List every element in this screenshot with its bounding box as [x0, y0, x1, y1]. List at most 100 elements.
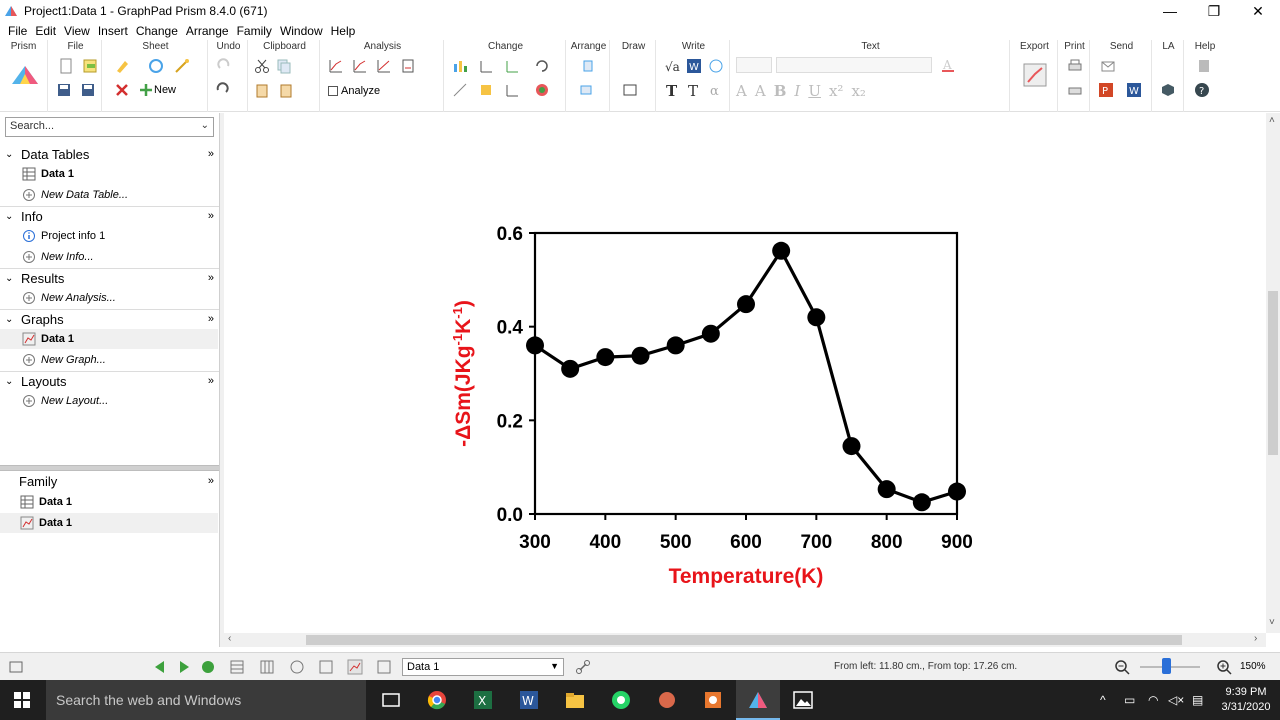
- print-preview-icon[interactable]: [1067, 82, 1083, 98]
- menu-view[interactable]: View: [64, 24, 90, 38]
- chrome-icon[interactable]: [426, 690, 448, 710]
- taskbar-search-input[interactable]: Search the web and Windows: [46, 680, 366, 720]
- highlight-icon[interactable]: [114, 58, 130, 74]
- menu-file[interactable]: File: [8, 24, 27, 38]
- undo-icon[interactable]: [214, 82, 230, 98]
- format-icon[interactable]: [452, 82, 468, 98]
- graph-sheet-icon[interactable]: [347, 659, 363, 675]
- previous-sheet-icon[interactable]: [152, 659, 168, 675]
- text-box-icon[interactable]: T: [686, 82, 702, 98]
- open-file-icon[interactable]: [82, 58, 98, 74]
- font-color-icon[interactable]: A: [940, 57, 956, 73]
- nav-item-new-layout[interactable]: New Layout...: [0, 391, 218, 411]
- nav-item-project-info[interactable]: Project info 1: [0, 226, 218, 246]
- text-format-buttons[interactable]: A A B I U x² x₂: [736, 82, 1006, 100]
- file-explorer-icon[interactable]: [564, 690, 586, 710]
- swap-axes-icon[interactable]: [478, 58, 494, 74]
- info-constant-icon[interactable]: [708, 58, 724, 74]
- wifi-icon[interactable]: ◠: [1148, 693, 1158, 707]
- subscript-icon[interactable]: x₂: [851, 82, 865, 100]
- export-tiff-icon[interactable]: [1020, 60, 1050, 90]
- app-icon-8[interactable]: [702, 690, 724, 710]
- underline-icon[interactable]: U: [808, 82, 821, 100]
- section-layouts[interactable]: ⌄ Layouts »: [0, 371, 219, 391]
- section-results[interactable]: ⌄ Results »: [0, 268, 219, 288]
- align-icon[interactable]: [580, 58, 596, 74]
- paste-special-icon[interactable]: [278, 82, 294, 98]
- delete-sheet-icon[interactable]: [114, 82, 130, 98]
- whatsapp-icon[interactable]: [610, 690, 632, 710]
- restore-button[interactable]: ❐: [1192, 0, 1236, 22]
- section-more-icon[interactable]: »: [208, 272, 214, 284]
- vertical-scrollbar[interactable]: ˄ ˅: [1266, 113, 1280, 633]
- change-graph-type-icon[interactable]: [452, 58, 468, 74]
- scroll-down-icon[interactable]: ˅: [1269, 617, 1275, 628]
- scroll-left-icon[interactable]: ‹: [228, 633, 231, 644]
- menu-insert[interactable]: Insert: [98, 24, 128, 38]
- section-more-icon[interactable]: »: [208, 210, 214, 222]
- text-icon[interactable]: T: [664, 82, 680, 98]
- scroll-right-icon[interactable]: ›: [1254, 633, 1257, 644]
- section-more-icon[interactable]: »: [208, 148, 214, 160]
- collapse-icon[interactable]: ⌄: [5, 211, 19, 222]
- collapse-icon[interactable]: ⌄: [5, 149, 19, 160]
- arrange-icon[interactable]: [578, 82, 594, 98]
- format-axes-icon[interactable]: [478, 82, 494, 98]
- rotate-icon[interactable]: [534, 58, 550, 74]
- powerpoint-icon[interactable]: P: [1098, 82, 1114, 98]
- section-more-icon[interactable]: »: [208, 375, 214, 387]
- nav-item-data-table-1[interactable]: Data 1: [0, 164, 218, 184]
- analysis-report-icon[interactable]: [400, 58, 416, 74]
- menu-change[interactable]: Change: [136, 24, 178, 38]
- font-size-up-icon[interactable]: A: [736, 82, 747, 100]
- new-file-icon[interactable]: [58, 58, 74, 74]
- color-scheme-icon[interactable]: [534, 82, 550, 98]
- analysis-chart-icon-1[interactable]: [328, 58, 344, 74]
- new-sheet-button[interactable]: New: [154, 84, 176, 96]
- menu-window[interactable]: Window: [280, 24, 323, 38]
- close-button[interactable]: ✕: [1236, 0, 1280, 22]
- word-taskbar-icon[interactable]: W: [518, 690, 540, 710]
- toggle-navigator-icon[interactable]: [8, 659, 24, 675]
- collapse-icon[interactable]: ⌄: [5, 273, 19, 284]
- windows-start-icon[interactable]: [14, 692, 30, 708]
- menu-family[interactable]: Family: [237, 24, 272, 38]
- nav-item-new-info[interactable]: New Info...: [0, 247, 218, 267]
- email-icon[interactable]: [1100, 58, 1116, 74]
- collapse-icon[interactable]: ⌄: [5, 314, 19, 325]
- graph-sheet[interactable]: 300 400 500 600 700 800 900 0.0 0.2 0.4 0.6 Tempera…: [224, 113, 1266, 633]
- search-dropdown-icon[interactable]: ⌄: [201, 120, 209, 131]
- analysis-chart-icon-3[interactable]: [376, 58, 392, 74]
- link-icon[interactable]: [575, 659, 591, 675]
- nav-item-new-graph[interactable]: New Graph...: [0, 350, 218, 370]
- nav-item-graph-data-1[interactable]: Data 1: [0, 329, 218, 349]
- italic-icon[interactable]: I: [794, 82, 800, 100]
- menu-edit[interactable]: Edit: [35, 24, 56, 38]
- info-sheet-icon[interactable]: [289, 659, 305, 675]
- section-data-tables[interactable]: ⌄ Data Tables »: [0, 144, 219, 164]
- new-plus-icon[interactable]: [138, 82, 154, 98]
- prism-logo-button[interactable]: [10, 64, 40, 86]
- analysis-chart-icon-2[interactable]: [352, 58, 368, 74]
- excel-icon[interactable]: X: [472, 690, 494, 710]
- superscript-icon[interactable]: x²: [829, 82, 843, 100]
- zoom-slider-thumb[interactable]: [1162, 658, 1171, 674]
- draw-rectangle-icon[interactable]: [622, 82, 638, 98]
- save-icon[interactable]: [56, 82, 72, 98]
- nav-item-new-analysis[interactable]: New Analysis...: [0, 288, 218, 308]
- save-as-icon[interactable]: [80, 82, 96, 98]
- notifications-icon[interactable]: ▤: [1192, 693, 1203, 707]
- vertical-scroll-thumb[interactable]: [1268, 291, 1278, 455]
- zoom-in-icon[interactable]: [1216, 659, 1232, 675]
- cube-icon[interactable]: [1160, 82, 1176, 98]
- font-size-select[interactable]: [736, 57, 772, 73]
- help-question-icon[interactable]: ?: [1194, 82, 1210, 98]
- horizontal-scrollbar[interactable]: ‹ ›: [224, 633, 1266, 647]
- sheet-select[interactable]: Data 1 ▼: [402, 658, 564, 676]
- menu-help[interactable]: Help: [331, 24, 356, 38]
- horizontal-scroll-thumb[interactable]: [306, 635, 1182, 645]
- section-info[interactable]: ⌄ Info »: [0, 206, 219, 226]
- equation-icon[interactable]: √a: [664, 58, 680, 74]
- next-sheet-icon[interactable]: [176, 659, 192, 675]
- font-size-down-icon[interactable]: A: [755, 82, 766, 100]
